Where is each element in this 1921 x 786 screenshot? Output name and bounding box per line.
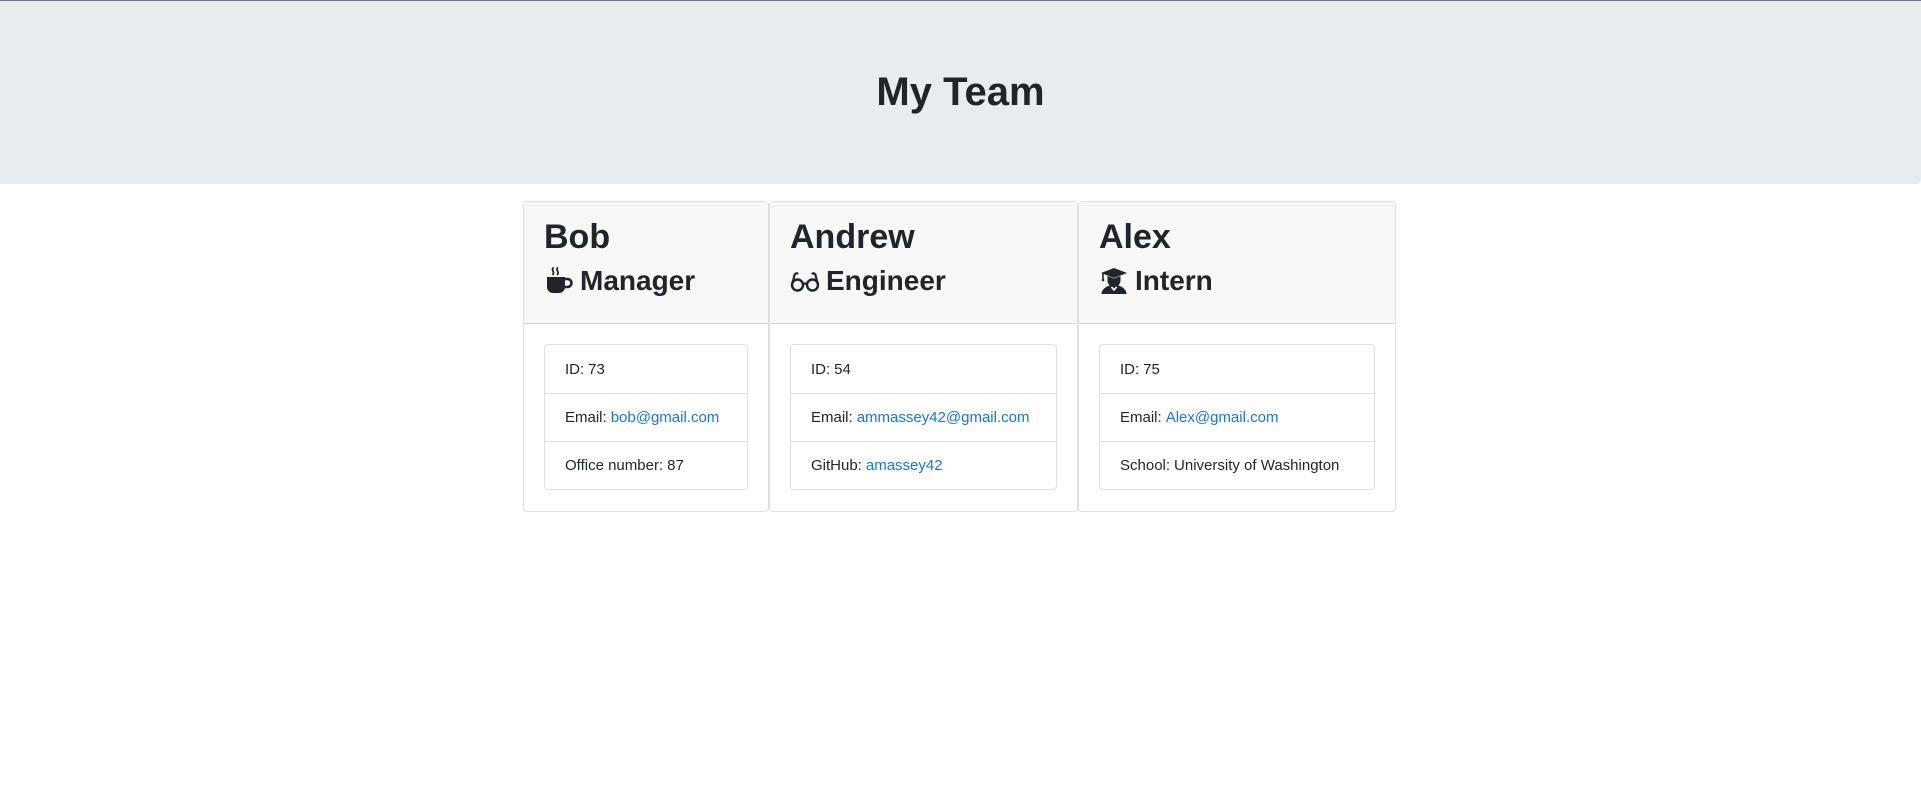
- school-item: School: University of Washington: [1100, 441, 1374, 489]
- email-link[interactable]: Alex@gmail.com: [1166, 409, 1279, 426]
- github-label: GitHub:: [811, 457, 862, 474]
- email-item: Email: ammassey42@gmail.com: [791, 393, 1056, 441]
- employee-card-manager: Bob Manager ID: 73 Email: bob@gmail.com …: [523, 201, 769, 512]
- glasses-icon: [790, 266, 820, 296]
- card-header: Bob Manager: [524, 202, 768, 324]
- card-header: Alex Intern: [1079, 202, 1395, 324]
- card-header: Andrew Engineer: [770, 202, 1077, 324]
- id-item: ID: 54: [791, 345, 1056, 393]
- email-label: Email:: [565, 409, 607, 426]
- employee-card-engineer: Andrew Engineer ID: 54 Email: ammassey42…: [769, 201, 1078, 512]
- card-body: ID: 75 Email: Alex@gmail.com School: Uni…: [1079, 324, 1395, 510]
- github-item: GitHub: amassey42: [791, 441, 1056, 489]
- office-number-value: 87: [667, 457, 684, 474]
- school-value: University of Washington: [1174, 457, 1340, 474]
- employee-role: Engineer: [790, 261, 1057, 301]
- id-label: ID:: [1120, 360, 1140, 378]
- employee-card-intern: Alex Intern ID: 75 Email: Alex@gmail.com…: [1078, 201, 1396, 512]
- employee-name: Andrew: [790, 218, 915, 256]
- card-body: ID: 54 Email: ammassey42@gmail.com GitHu…: [770, 324, 1077, 510]
- mug-hot-icon: [544, 266, 574, 296]
- id-value: 73: [588, 360, 605, 378]
- id-value: 54: [834, 360, 851, 378]
- office-number-item: Office number: 87: [545, 441, 747, 489]
- school-label: School:: [1120, 457, 1171, 474]
- id-label: ID:: [811, 360, 831, 378]
- role-label: Engineer: [826, 265, 946, 296]
- employee-details-list: ID: 75 Email: Alex@gmail.com School: Uni…: [1099, 344, 1375, 490]
- office-number-label: Office number:: [565, 457, 664, 474]
- email-item: Email: Alex@gmail.com: [1100, 393, 1374, 441]
- role-label: Intern: [1135, 265, 1213, 296]
- id-item: ID: 73: [545, 345, 747, 393]
- id-label: ID:: [565, 360, 585, 378]
- employee-details-list: ID: 54 Email: ammassey42@gmail.com GitHu…: [790, 344, 1057, 490]
- graduate-icon: [1099, 266, 1129, 296]
- github-link[interactable]: amassey42: [866, 457, 943, 474]
- employee-name: Alex: [1099, 218, 1171, 256]
- email-link[interactable]: bob@gmail.com: [611, 409, 720, 426]
- page-header: My Team: [0, 0, 1921, 184]
- id-item: ID: 75: [1100, 345, 1374, 393]
- email-label: Email:: [811, 409, 853, 426]
- email-label: Email:: [1120, 409, 1162, 426]
- page-title: My Team: [876, 70, 1045, 114]
- id-value: 75: [1143, 360, 1160, 378]
- card-body: ID: 73 Email: bob@gmail.com Office numbe…: [524, 324, 768, 510]
- email-item: Email: bob@gmail.com: [545, 393, 747, 441]
- employee-details-list: ID: 73 Email: bob@gmail.com Office numbe…: [544, 344, 748, 490]
- role-label: Manager: [580, 265, 696, 296]
- employee-role: Intern: [1099, 261, 1375, 301]
- team-cards-row: Bob Manager ID: 73 Email: bob@gmail.com …: [523, 201, 1396, 512]
- employee-name: Bob: [544, 218, 611, 256]
- employee-role: Manager: [544, 261, 748, 301]
- email-link[interactable]: ammassey42@gmail.com: [857, 409, 1030, 426]
